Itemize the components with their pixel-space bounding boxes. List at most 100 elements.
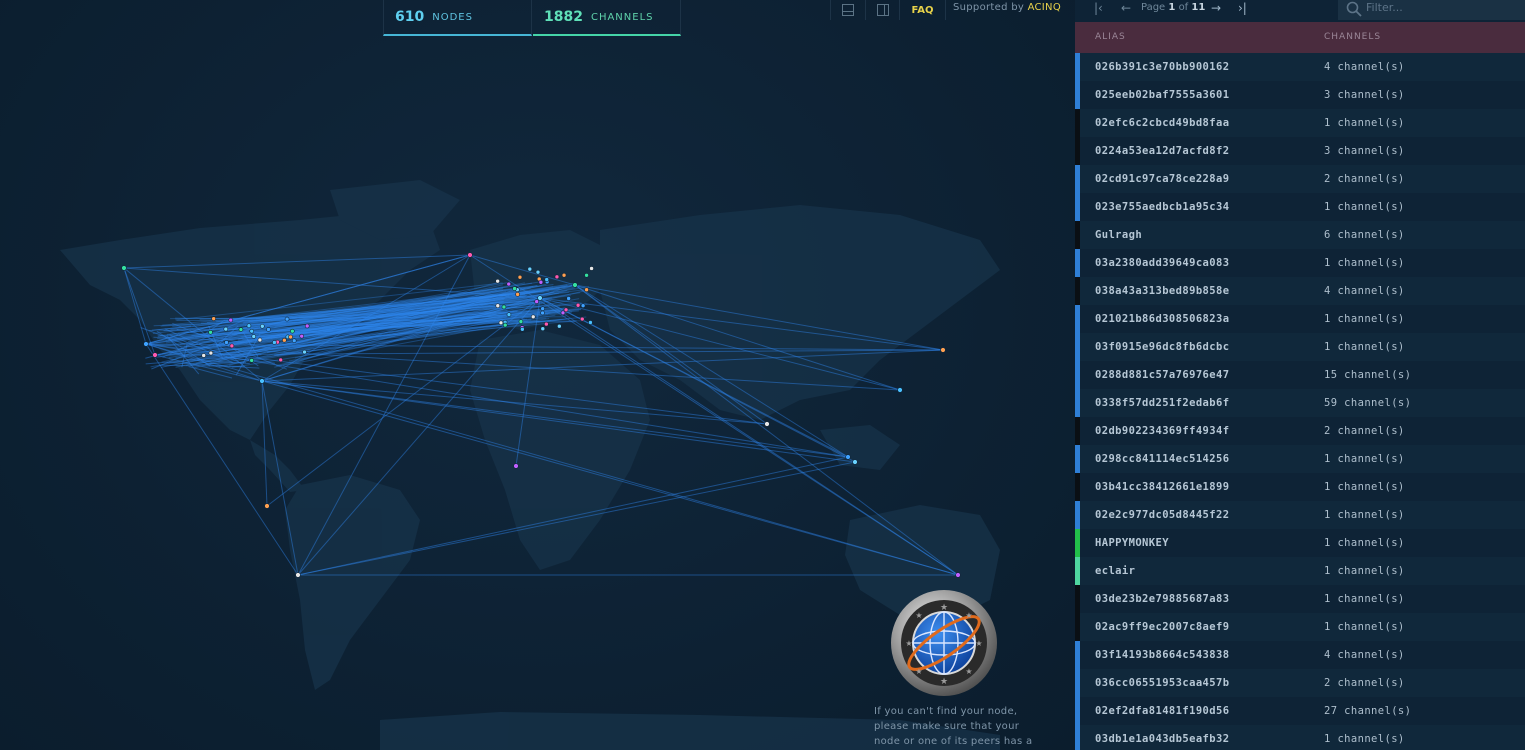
table-row[interactable]: 0224a53ea12d7acfd8f2 3 channel(s) [1075,137,1525,165]
table-row[interactable]: 021021b86d308506823a 1 channel(s) [1075,305,1525,333]
node-marker[interactable] [515,292,520,297]
nodes-stat[interactable]: 610 NODES [383,0,532,36]
node-marker[interactable] [208,350,214,356]
node-marker[interactable] [557,323,562,329]
node-alias[interactable]: Gulragh [1095,229,1142,241]
node-marker[interactable] [566,296,571,301]
node-marker[interactable] [284,316,290,322]
table-row[interactable]: 03f0915e96dc8fb6dcbc 1 channel(s) [1075,333,1525,361]
node-marker[interactable] [764,421,770,427]
node-marker[interactable] [121,265,127,271]
node-marker[interactable] [589,266,594,271]
node-marker[interactable] [291,338,297,344]
node-marker[interactable] [512,286,517,291]
node-marker[interactable] [467,252,473,258]
node-marker[interactable] [845,454,851,460]
node-marker[interactable] [575,302,581,308]
node-alias[interactable]: 03b41cc38412661e1899 [1095,481,1229,493]
node-alias[interactable]: 02efc6c2cbcd49bd8faa [1095,117,1229,129]
node-marker[interactable] [513,463,519,469]
filter-input[interactable] [1366,0,1516,14]
table-row[interactable]: 025eeb02baf7555a3601 3 channel(s) [1075,81,1525,109]
node-marker[interactable] [238,327,244,332]
node-marker[interactable] [201,353,207,358]
node-marker[interactable] [143,341,149,347]
node-marker[interactable] [290,328,295,334]
node-marker[interactable] [495,278,500,284]
node-marker[interactable] [257,337,263,343]
node-marker[interactable] [249,328,255,334]
node-alias[interactable]: 02ac9ff9ec2007c8aef9 [1095,621,1229,633]
node-alias[interactable]: 026b391c3e70bb900162 [1095,61,1229,73]
node-marker[interactable] [540,306,545,311]
table-row[interactable]: 03a2380add39649ca083 1 channel(s) [1075,249,1525,277]
table-row[interactable]: 02cd91c97ca78ce228a9 2 channel(s) [1075,165,1525,193]
node-marker[interactable] [246,323,252,329]
table-row[interactable]: 0298cc841114ec514256 1 channel(s) [1075,445,1525,473]
node-marker[interactable] [495,303,501,309]
node-marker[interactable] [506,281,512,287]
arrow-left-icon[interactable]: ← [1121,0,1131,16]
node-marker[interactable] [527,266,533,272]
node-marker[interactable] [540,326,546,332]
layout-side-button[interactable] [865,0,900,20]
layout-bottom-button[interactable] [830,0,865,20]
node-marker[interactable] [251,334,257,339]
node-marker[interactable] [563,307,569,313]
node-marker[interactable] [502,322,508,328]
node-marker[interactable] [278,357,284,363]
node-marker[interactable] [266,327,271,332]
node-alias[interactable]: 02db902234369ff4934f [1095,425,1229,437]
node-marker[interactable] [304,323,310,329]
node-alias[interactable]: 0288d881c57a76976e47 [1095,369,1229,381]
node-marker[interactable] [517,274,523,280]
node-marker[interactable] [560,310,566,316]
node-alias[interactable]: 036cc06551953caa457b [1095,677,1229,689]
table-row[interactable]: Gulragh 6 channel(s) [1075,221,1525,249]
node-marker[interactable] [540,310,545,316]
table-row[interactable]: 0338f57dd251f2edab6f 59 channel(s) [1075,389,1525,417]
column-header-alias[interactable]: ALIAS [1095,32,1126,42]
node-marker[interactable] [940,347,946,353]
table-row[interactable]: 036cc06551953caa457b 2 channel(s) [1075,669,1525,697]
node-marker[interactable] [223,326,229,332]
node-alias[interactable]: 02ef2dfa81481f190d56 [1095,705,1229,717]
node-marker[interactable] [152,352,158,358]
globe-badge-icon[interactable]: ★ ★ ★ ★ ★ ★ ★ ★ [889,588,999,698]
node-alias[interactable]: 023e755aedbcb1a95c34 [1095,201,1229,213]
node-marker[interactable] [580,303,586,308]
node-marker[interactable] [955,572,961,578]
node-marker[interactable] [588,320,593,325]
node-marker[interactable] [584,272,589,278]
node-marker[interactable] [302,349,307,355]
table-row[interactable]: 0288d881c57a76976e47 15 channel(s) [1075,361,1525,389]
node-marker[interactable] [260,323,265,329]
node-alias[interactable]: 03db1e1a043db5eafb32 [1095,733,1229,745]
node-marker[interactable] [506,312,512,317]
table-row[interactable]: eclair 1 channel(s) [1075,557,1525,585]
last-page-icon[interactable]: ›| [1238,0,1247,16]
table-row[interactable]: 03db1e1a043db5eafb32 1 channel(s) [1075,725,1525,750]
node-marker[interactable] [554,274,560,280]
node-alias[interactable]: 025eeb02baf7555a3601 [1095,89,1229,101]
node-marker[interactable] [211,316,216,321]
node-marker[interactable] [544,321,549,327]
table-row[interactable]: 03de23b2e79885687a83 1 channel(s) [1075,585,1525,613]
node-marker[interactable] [518,319,524,324]
node-alias[interactable]: 02cd91c97ca78ce228a9 [1095,173,1229,185]
table-row[interactable]: 02db902234369ff4934f 2 channel(s) [1075,417,1525,445]
node-marker[interactable] [501,304,507,310]
node-marker[interactable] [520,326,525,332]
node-marker[interactable] [272,340,277,345]
table-row[interactable]: 023e755aedbcb1a95c34 1 channel(s) [1075,193,1525,221]
node-alias[interactable]: 0224a53ea12d7acfd8f2 [1095,145,1229,157]
table-row[interactable]: 038a43a313bed89b858e 4 channel(s) [1075,277,1525,305]
node-marker[interactable] [537,295,543,301]
node-marker[interactable] [852,459,858,465]
node-marker[interactable] [897,387,903,393]
node-marker[interactable] [264,503,270,509]
node-marker[interactable] [299,333,305,339]
table-row[interactable]: HAPPYMONKEY 1 channel(s) [1075,529,1525,557]
node-marker[interactable] [295,572,301,578]
node-marker[interactable] [259,378,265,384]
